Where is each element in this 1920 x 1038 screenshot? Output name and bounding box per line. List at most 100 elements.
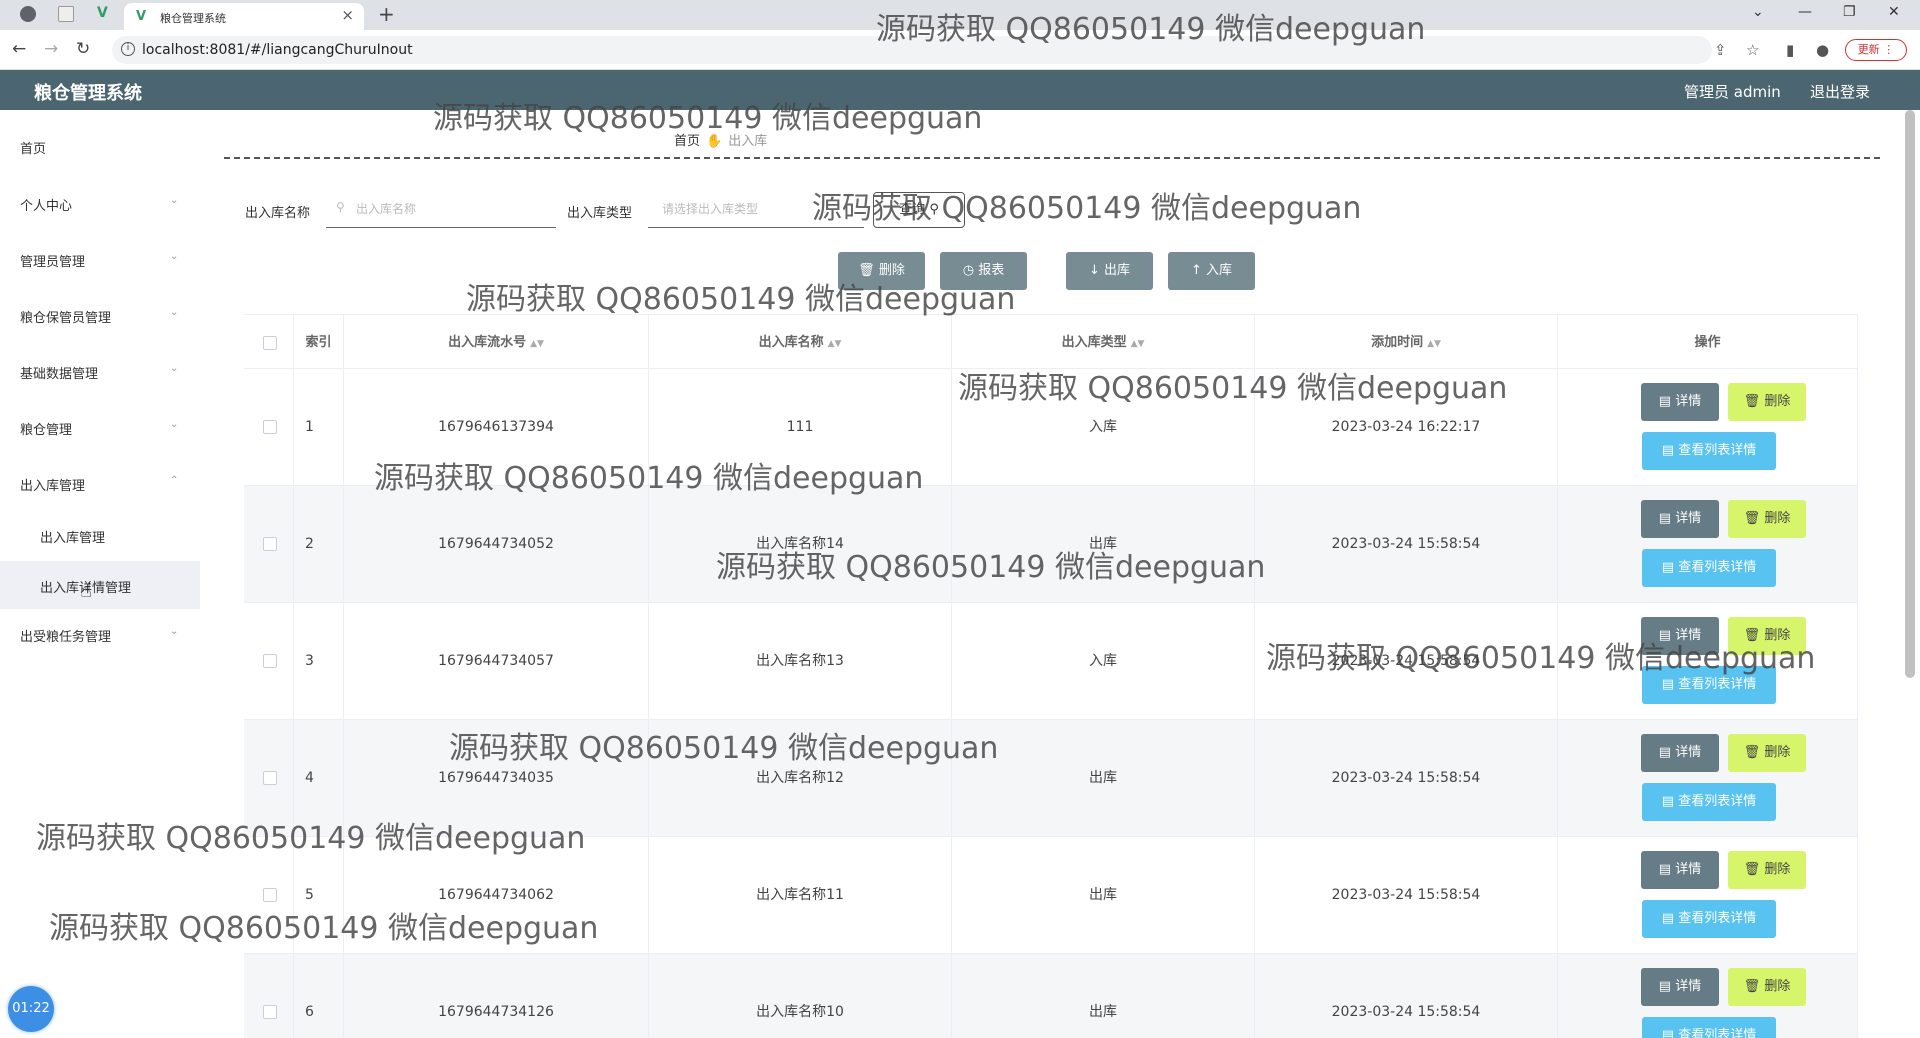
browser-tab[interactable]: V 粮仓管理系统 × bbox=[124, 3, 364, 30]
delete-button[interactable]: 🗑 删除 bbox=[1728, 617, 1806, 655]
list-detail-button-label: 查看列表详情 bbox=[1678, 560, 1757, 575]
profile-icon[interactable]: ● bbox=[1816, 41, 1829, 59]
list-detail-button[interactable]: ▤ 查看列表详情 bbox=[1642, 549, 1776, 587]
restore-icon[interactable]: ❐ bbox=[1843, 4, 1856, 20]
browser-menu-icon[interactable] bbox=[20, 6, 36, 22]
cell-type: 出库 bbox=[952, 837, 1255, 954]
update-button[interactable]: 更新 ⋮ bbox=[1845, 39, 1907, 61]
sidebar-item-admin[interactable]: 管理员管理 ⌄ bbox=[0, 239, 200, 279]
detail-button-label: 详情 bbox=[1675, 628, 1702, 643]
delete-button[interactable]: 🗑 删除 bbox=[1728, 734, 1806, 772]
delete-button-label: 删除 bbox=[1764, 628, 1791, 643]
breadcrumb-home[interactable]: 首页 bbox=[674, 134, 700, 149]
column-header-name[interactable]: 出入库名称 ▲▼ bbox=[649, 315, 952, 370]
type-filter-select[interactable]: 请选择出入库类型 bbox=[648, 190, 864, 228]
document-icon: ▤ bbox=[1661, 794, 1679, 809]
select-cell bbox=[244, 837, 294, 954]
cell-type: 出库 bbox=[952, 720, 1255, 837]
cell-time: 2023-03-24 15:58:54 bbox=[1255, 720, 1558, 837]
cell-serial: 1679644734062 bbox=[344, 837, 649, 954]
minimize-icon[interactable]: — bbox=[1798, 4, 1812, 20]
close-tab-icon[interactable]: × bbox=[341, 6, 354, 24]
delete-button[interactable]: 🗑 删除 bbox=[1728, 500, 1806, 538]
delete-button-label: 删除 bbox=[1764, 394, 1791, 409]
cell-ops: ▤ 详情 🗑 删除 ▤ 查看列表详情 bbox=[1558, 837, 1858, 954]
sort-icon[interactable]: ▲▼ bbox=[828, 339, 842, 349]
scrollbar[interactable] bbox=[1905, 110, 1915, 678]
trash-icon: 🗑 bbox=[1743, 511, 1765, 526]
detail-button[interactable]: ▤ 详情 bbox=[1641, 851, 1719, 889]
report-button[interactable]: ◷ 报表 bbox=[940, 252, 1027, 290]
out-stock-button[interactable]: ↓ 出库 bbox=[1066, 252, 1153, 290]
detail-button[interactable]: ▤ 详情 bbox=[1641, 383, 1719, 421]
row-checkbox[interactable] bbox=[263, 1005, 277, 1019]
sidebar-item-label: 管理员管理 bbox=[20, 255, 86, 270]
sidebar-item-label: 出受粮任务管理 bbox=[20, 630, 112, 645]
info-icon[interactable]: i bbox=[121, 42, 135, 56]
share-icon[interactable]: ⇪ bbox=[1714, 41, 1727, 59]
list-detail-button[interactable]: ▤ 查看列表详情 bbox=[1642, 783, 1776, 821]
row-checkbox[interactable] bbox=[263, 888, 277, 902]
sidebar-subitem-inout-detail[interactable]: 出入库详情管理 bbox=[0, 561, 200, 609]
sidebar-item-grain-task[interactable]: 出受粮任务管理 ⌄ bbox=[0, 614, 200, 654]
window-close-icon[interactable]: ✕ bbox=[1888, 4, 1900, 20]
delete-button[interactable]: 🗑 删除 bbox=[1728, 383, 1806, 421]
query-button[interactable]: 查询 ⚲ bbox=[873, 192, 965, 228]
sidebar-subitem-inout-manage[interactable]: 出入库管理 bbox=[0, 511, 200, 559]
sidebar-item-profile[interactable]: 个人中心 ⌄ bbox=[0, 183, 200, 223]
table-row: 2 1679644734052 出入库名称14 出库 2023-03-24 15:58:… bbox=[244, 486, 1858, 603]
logout-link[interactable]: 退出登录 bbox=[1810, 81, 1870, 102]
list-detail-button[interactable]: ▤ 查看列表详情 bbox=[1642, 1017, 1776, 1038]
trash-icon: 🗑 bbox=[858, 263, 875, 278]
breadcrumb-current: 出入库 bbox=[728, 134, 768, 149]
detail-button[interactable]: ▤ 详情 bbox=[1641, 734, 1719, 772]
select-cell bbox=[244, 603, 294, 720]
cell-time: 2023-03-24 15:58:54 bbox=[1255, 954, 1558, 1038]
tab-list-icon[interactable]: ⌄ bbox=[1752, 4, 1764, 20]
sidebar-item-keeper[interactable]: 粮仓保管员管理 ⌄ bbox=[0, 295, 200, 335]
forward-icon[interactable]: → bbox=[44, 39, 58, 59]
document-icon: ▤ bbox=[1661, 443, 1679, 458]
cell-index: 3 bbox=[294, 603, 344, 720]
list-detail-button[interactable]: ▤ 查看列表详情 bbox=[1642, 432, 1776, 470]
reload-icon[interactable]: ↻ bbox=[76, 39, 90, 59]
delete-button[interactable]: 🗑 删除 bbox=[1728, 968, 1806, 1006]
new-tab-button[interactable]: + bbox=[378, 2, 395, 26]
row-checkbox[interactable] bbox=[263, 771, 277, 785]
batch-delete-button[interactable]: 🗑 删除 bbox=[838, 252, 925, 290]
bookmark-star-icon[interactable]: ☆ bbox=[1746, 41, 1759, 59]
row-checkbox[interactable] bbox=[263, 654, 277, 668]
browser-tab-title: 粮仓管理系统 bbox=[160, 12, 226, 25]
sidepanel-icon[interactable]: ▮ bbox=[1786, 41, 1794, 59]
sort-icon[interactable]: ▲▼ bbox=[1427, 339, 1441, 349]
delete-button[interactable]: 🗑 删除 bbox=[1728, 851, 1806, 889]
sort-icon[interactable]: ▲▼ bbox=[1131, 339, 1145, 349]
sidebar-item-inout[interactable]: 出入库管理 ⌃ bbox=[0, 463, 200, 503]
sidebar-item-granary[interactable]: 粮仓管理 ⌄ bbox=[0, 407, 200, 447]
list-detail-button-label: 查看列表详情 bbox=[1678, 794, 1757, 809]
tab-thumb-icon[interactable] bbox=[58, 6, 74, 22]
column-header-serial[interactable]: 出入库流水号 ▲▼ bbox=[344, 315, 649, 370]
cell-serial: 1679644734057 bbox=[344, 603, 649, 720]
detail-button[interactable]: ▤ 详情 bbox=[1641, 500, 1719, 538]
in-stock-button[interactable]: ↑ 入库 bbox=[1168, 252, 1255, 290]
sort-icon[interactable]: ▲▼ bbox=[530, 339, 544, 349]
sidebar-item-basic-data[interactable]: 基础数据管理 ⌄ bbox=[0, 351, 200, 391]
list-detail-button[interactable]: ▤ 查看列表详情 bbox=[1642, 666, 1776, 704]
name-filter-input[interactable]: ⚲ 出入库名称 bbox=[326, 190, 556, 228]
row-checkbox[interactable] bbox=[263, 537, 277, 551]
select-all-checkbox[interactable] bbox=[263, 336, 277, 350]
sidebar-item-label: 首页 bbox=[20, 142, 47, 157]
sidebar-item-home[interactable]: 首页 bbox=[0, 126, 200, 166]
select-cell bbox=[244, 720, 294, 837]
detail-button[interactable]: ▤ 详情 bbox=[1641, 968, 1719, 1006]
detail-button[interactable]: ▤ 详情 bbox=[1641, 617, 1719, 655]
url-field[interactable]: i localhost:8081/#/liangcangChuruInout bbox=[112, 36, 1712, 64]
row-checkbox[interactable] bbox=[263, 420, 277, 434]
back-icon[interactable]: ← bbox=[12, 39, 26, 59]
column-header-type[interactable]: 出入库类型 ▲▼ bbox=[952, 315, 1255, 370]
delete-button-label: 删除 bbox=[1764, 745, 1791, 760]
column-header-index: 索引 bbox=[294, 315, 344, 370]
list-detail-button[interactable]: ▤ 查看列表详情 bbox=[1642, 900, 1776, 938]
column-header-time[interactable]: 添加时间 ▲▼ bbox=[1255, 315, 1558, 370]
